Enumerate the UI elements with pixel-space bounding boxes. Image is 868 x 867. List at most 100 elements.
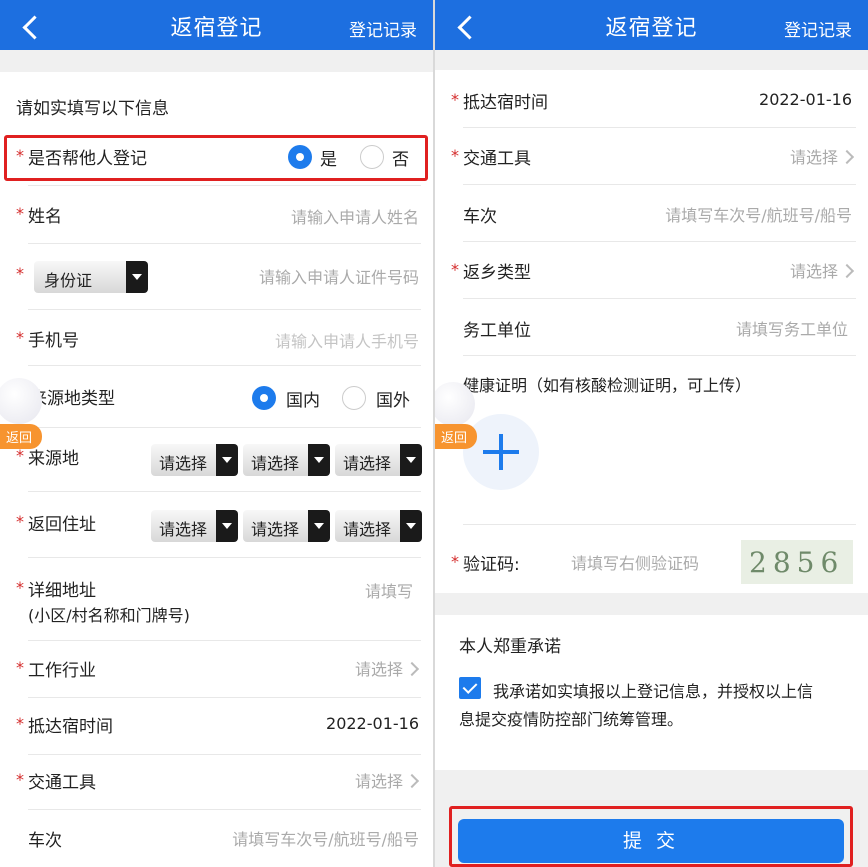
divider [28,754,421,755]
transport-select[interactable]: 请选择 [790,144,838,168]
chevron-right-icon [839,149,855,165]
section-gap [435,50,868,70]
promise-line-1: 我承诺如实填报以上登记信息，并授权以上信 [493,682,814,701]
health-cert-label: 健康证明（如有核酸检测证明，可上传） [463,376,752,395]
origin-foreign-label[interactable]: 国外 [376,386,410,411]
select-text: 请选择 [251,520,300,539]
required-star: * [16,714,24,733]
required-star: * [16,264,24,283]
name-input[interactable]: 请输入申请人姓名 [291,204,419,228]
highlight-box [4,135,428,181]
dropdown-arrow-icon [216,510,238,542]
dropdown-arrow-icon [400,510,422,542]
chevron-right-icon [404,661,420,677]
origin-domestic-radio[interactable] [252,386,276,410]
transport-select[interactable]: 请选择 [355,768,403,792]
detail-address-label: 详细地址 [28,581,96,601]
float-back-button[interactable]: 返回 [435,424,478,449]
upload-button[interactable] [463,414,539,490]
train-no-label: 车次 [28,831,62,851]
select-text: 请选择 [343,454,392,473]
detail-address-sublabel: (小区/村名称和门牌号) [28,606,190,625]
required-star: * [451,552,459,571]
divider [28,557,421,558]
section-gap [435,593,868,615]
origin-province-select[interactable]: 请选择 [151,444,238,476]
required-star: * [16,658,24,677]
divider [28,640,421,641]
divider [28,809,421,810]
divider [463,184,856,185]
highlight-box [449,806,853,867]
phone-label: 手机号 [28,331,79,351]
captcha-input[interactable]: 请填写右侧验证码 [571,550,699,574]
required-star: * [16,512,24,531]
float-back-button[interactable]: 返回 [0,424,43,449]
origin-district-select[interactable]: 请选择 [335,444,422,476]
plus-icon [499,434,503,470]
return-type-label: 返乡类型 [463,263,531,283]
train-no-input[interactable]: 请填写车次号/航班号/船号 [665,202,852,226]
work-unit-input[interactable]: 请填写务工单位 [736,316,848,340]
return-district-select[interactable]: 请选择 [335,510,422,542]
origin-city-select[interactable]: 请选择 [243,444,330,476]
required-star: * [451,260,459,279]
registration-records-link[interactable]: 登记记录 [784,16,852,41]
origin-domestic-label[interactable]: 国内 [286,386,320,411]
origin-foreign-radio[interactable] [342,386,366,410]
id-number-input[interactable]: 请输入申请人证件号码 [259,264,419,288]
industry-label: 工作行业 [28,661,96,681]
detail-address-input[interactable]: 请填写 [365,578,413,602]
required-star: * [451,90,459,109]
select-text: 请选择 [343,520,392,539]
dropdown-arrow-icon [216,444,238,476]
left-phone-screen: 返宿登记 登记记录 请如实填写以下信息 * 是否帮他人登记 是 否 * 姓名 请… [0,0,433,867]
name-label: 姓名 [28,207,62,227]
return-city-select[interactable]: 请选择 [243,510,330,542]
chevron-right-icon [839,263,855,279]
arrival-time-value[interactable]: 2022-01-16 [326,714,419,733]
promise-title: 本人郑重承诺 [459,637,561,657]
select-text: 请选择 [159,454,208,473]
industry-select[interactable]: 请选择 [355,656,403,680]
divider [463,127,856,128]
return-address-label: 返回住址 [28,515,96,535]
intro-text: 请如实填写以下信息 [16,99,169,119]
header: 返宿登记 登记记录 [435,0,868,50]
registration-records-link[interactable]: 登记记录 [349,16,417,41]
required-star: * [16,770,24,789]
divider [28,309,421,310]
dropdown-arrow-icon [308,510,330,542]
train-no-label: 车次 [463,207,497,227]
train-no-input[interactable]: 请填写车次号/航班号/船号 [232,826,419,850]
mascot-icon[interactable] [435,382,475,426]
arrival-time-value[interactable]: 2022-01-16 [759,90,852,109]
required-star: * [16,204,24,223]
select-text: 请选择 [159,520,208,539]
divider [28,243,421,244]
return-type-select[interactable]: 请选择 [790,258,838,282]
captcha-image[interactable]: 2856 [741,540,853,584]
header: 返宿登记 登记记录 [0,0,433,50]
promise-line-2: 息提交疫情防控部门统筹管理。 [459,710,684,729]
check-icon[interactable] [459,677,481,699]
required-star: * [16,328,24,347]
id-type-select[interactable]: 身份证 [34,261,148,293]
required-star: * [16,578,24,597]
transport-label: 交通工具 [463,149,531,169]
right-phone-screen: 返宿登记 登记记录 * 抵达宿时间 2022-01-16 * 交通工具 请选择 … [435,0,868,867]
return-province-select[interactable]: 请选择 [151,510,238,542]
divider [28,185,421,186]
required-star: * [451,146,459,165]
chevron-right-icon [404,773,420,789]
dropdown-arrow-icon [308,444,330,476]
divider [463,524,856,525]
dropdown-arrow-icon [126,261,148,293]
phone-input[interactable]: 请输入申请人手机号 [275,328,419,352]
dropdown-arrow-icon [400,444,422,476]
divider [463,241,856,242]
captcha-label: 验证码: [463,555,520,575]
select-text: 请选择 [251,454,300,473]
mascot-icon[interactable] [0,378,42,424]
divider [28,491,421,492]
